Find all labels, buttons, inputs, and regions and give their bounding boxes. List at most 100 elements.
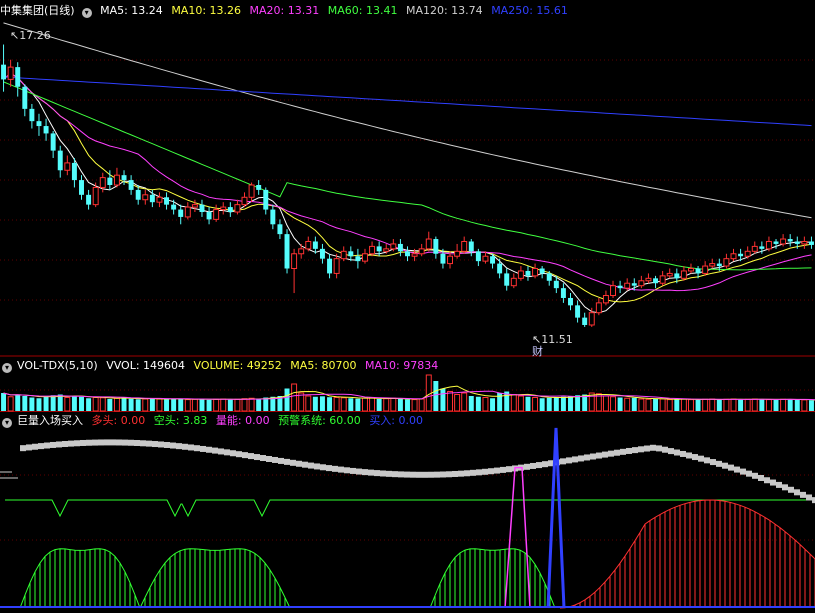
grey-band-segment: [650, 444, 656, 451]
volume-bar-up: [390, 397, 397, 412]
volume-bar-up: [64, 397, 71, 412]
grey-band-segment: [86, 439, 92, 446]
volume-bar-up: [510, 394, 517, 412]
candle-body-down: [475, 251, 481, 262]
grey-band-segment: [176, 443, 182, 450]
grey-band-segment: [170, 442, 176, 449]
grey-band-segment: [596, 452, 602, 459]
volume-bar-up: [99, 397, 106, 412]
candle-body-down: [86, 194, 92, 205]
grey-band-segment: [230, 450, 236, 457]
candle-body-up: [744, 250, 751, 257]
candle-body-up: [92, 186, 99, 206]
candle-body-down: [553, 280, 559, 289]
grey-band-segment: [692, 454, 698, 461]
volume-bar-down: [674, 399, 680, 411]
grey-band-segment: [674, 449, 680, 456]
volume-bar-down: [36, 398, 42, 411]
candle-body-up: [709, 263, 716, 267]
candle-body-up: [418, 248, 425, 255]
grey-band-segment: [770, 479, 776, 486]
volume-bar-down: [568, 396, 573, 411]
grey-band-segment: [530, 462, 536, 469]
candle-body-up: [645, 277, 652, 282]
volume-bar-up: [461, 392, 468, 412]
grey-band-segment: [260, 455, 266, 462]
volume-bar-up: [7, 396, 14, 412]
volume-bar-up: [744, 398, 751, 412]
candle-body-up: [801, 240, 808, 245]
candle-body-down: [227, 207, 233, 213]
grey-band-segment: [422, 471, 428, 478]
candle-body-up: [610, 285, 617, 297]
volume-bar-down: [397, 399, 403, 411]
volume-bar-up: [369, 397, 376, 412]
candle-body-down: [546, 273, 552, 281]
grey-band-segment: [272, 456, 278, 463]
candle-body-up: [751, 245, 758, 252]
grey-band-segment: [80, 439, 86, 446]
grey-band-segment: [62, 441, 68, 448]
candle-body-down: [15, 67, 21, 87]
candle-body-down: [1, 64, 7, 80]
candle-body-down: [695, 268, 701, 274]
volume-bar-down: [553, 397, 559, 411]
candle-body-up: [687, 268, 694, 272]
candle-body-up: [234, 204, 241, 213]
grey-band-segment: [704, 457, 710, 464]
candle-body-up: [425, 238, 432, 250]
grey-band-segment: [128, 439, 134, 446]
volume-bar-down: [256, 399, 262, 411]
volume-bar-down: [22, 396, 28, 411]
grey-band-segment: [56, 441, 62, 448]
grey-band-segment: [92, 439, 98, 446]
volume-bar-down: [653, 398, 659, 411]
grey-band-segment: [380, 470, 386, 477]
stock-chart[interactable]: [0, 0, 815, 613]
high-price-label: ↖17.26: [10, 29, 51, 42]
grey-band-segment: [20, 445, 26, 452]
volume-bar-down: [171, 398, 177, 411]
candle-body-down: [539, 268, 545, 274]
candle-body-down: [50, 133, 56, 151]
candle-body-down: [397, 243, 403, 252]
candle-body-up: [213, 209, 220, 220]
volume-bar-up: [113, 397, 120, 412]
grey-band-segment: [458, 470, 464, 477]
grey-band-segment: [308, 462, 314, 469]
volume-bar-down: [1, 393, 7, 411]
volume-bar-down: [86, 398, 92, 411]
grey-band-segment: [464, 470, 470, 477]
volume-bar-up: [361, 397, 368, 412]
volume-bar-down: [178, 399, 184, 411]
grey-band-segment: [368, 469, 374, 476]
candle-body-down: [107, 177, 113, 185]
volume-bar-down: [29, 397, 35, 411]
candle-body-up: [702, 265, 709, 274]
volume-bar-down: [631, 397, 637, 411]
volume-bar-down: [759, 399, 765, 411]
grey-band-segment: [74, 440, 80, 447]
grey-band-segment: [212, 447, 218, 454]
grey-band-segment: [314, 463, 320, 470]
grey-band-segment: [116, 439, 122, 446]
grey-band-segment: [758, 474, 764, 481]
volume-energy-spike: [504, 466, 531, 609]
grey-band-segment: [752, 472, 758, 479]
candle-body-up: [780, 238, 787, 245]
grey-band-segment: [242, 452, 248, 459]
candle-body-down: [440, 253, 446, 264]
candle-body-up: [7, 66, 14, 80]
candle-body-down: [36, 121, 42, 127]
grey-band-segment: [440, 471, 446, 478]
candle-body-up: [184, 206, 191, 218]
volume-bar-down: [164, 399, 170, 411]
grey-band-segment: [620, 448, 626, 455]
volume-bar-down: [348, 398, 354, 411]
grey-band-segment: [38, 443, 44, 450]
volume-bar-down: [206, 399, 212, 411]
volume-bar-down: [135, 399, 141, 411]
candle-body-up: [723, 258, 730, 267]
candle-body-down: [504, 273, 510, 286]
candle-body-up: [248, 184, 255, 198]
